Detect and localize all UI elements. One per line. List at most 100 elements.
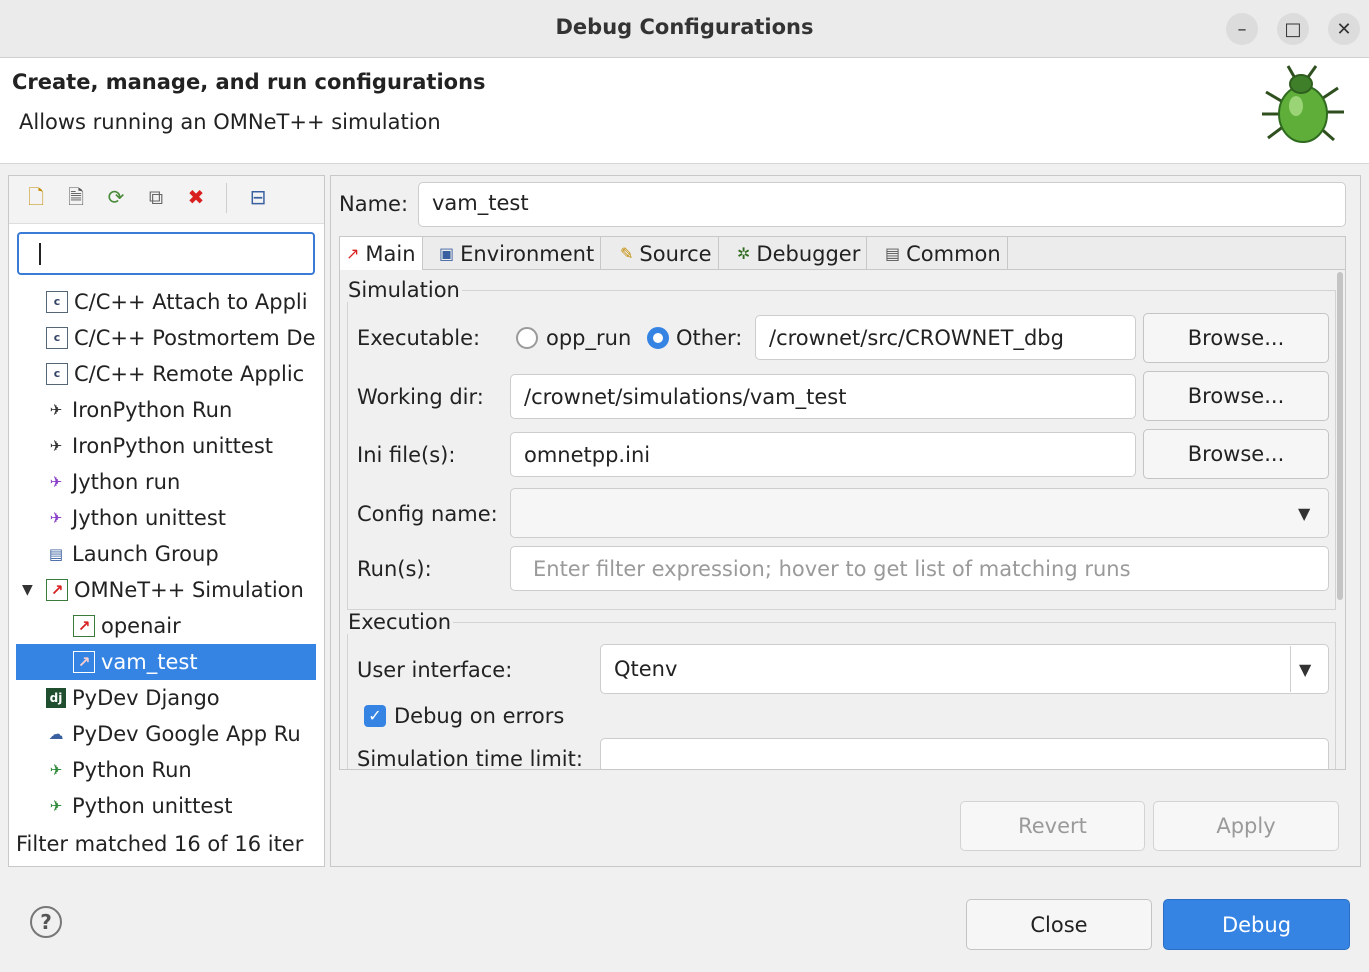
django-icon: dj	[46, 688, 66, 708]
working-dir-field[interactable]: /crownet/simulations/vam_test	[510, 374, 1136, 419]
browse-ini-button[interactable]: Browse...	[1143, 429, 1329, 479]
tree-item-label: Jython unittest	[72, 506, 227, 530]
user-interface-combo[interactable]: Qtenv	[600, 644, 1329, 694]
omnet-icon: ↗	[46, 579, 68, 601]
tree-item-label: PyDev Google App Ru	[72, 722, 301, 746]
new-prototype-icon[interactable]: 🗎	[64, 185, 88, 209]
tree-item[interactable]: ▤ Launch Group	[46, 536, 318, 572]
ini-files-field[interactable]: omnetpp.ini	[510, 432, 1136, 477]
export-icon[interactable]: ⟳	[104, 185, 128, 209]
close-window-button[interactable]: ✕	[1328, 13, 1360, 45]
tree-item[interactable]: ↗ OMNeT++ Simulation	[46, 572, 318, 608]
tree-item[interactable]: ☁ PyDev Google App Ru	[46, 716, 318, 752]
tree-item[interactable]: ✈ Python unittest	[46, 788, 318, 824]
debug-button[interactable]: Debug	[1163, 899, 1350, 950]
execution-group-label: Execution	[346, 610, 454, 634]
environment-tab-icon: ▣	[439, 244, 455, 263]
apply-button[interactable]: Apply	[1153, 801, 1339, 851]
toolbar-divider	[226, 183, 227, 213]
chevron-down-icon: ▼	[1298, 504, 1311, 523]
tree-item[interactable]: ✈ Jython run	[46, 464, 318, 500]
python-icon: ✈	[49, 509, 63, 527]
user-interface-label: User interface:	[357, 658, 513, 682]
header-title: Create, manage, and run configurations	[12, 70, 486, 94]
minimize-button[interactable]: –	[1226, 13, 1258, 45]
tree-item[interactable]: c C/C++ Attach to Appli	[46, 284, 318, 320]
omnet-icon: ↗	[73, 651, 95, 673]
executable-field[interactable]: /crownet/src/CROWNET_dbg	[755, 315, 1136, 360]
tab-environment[interactable]: ▣ Environment	[433, 237, 602, 270]
main-tab-icon: ↗	[346, 244, 360, 263]
omnet-icon: ↗	[73, 615, 95, 637]
tree-item-label: PyDev Django	[72, 686, 220, 710]
browse-working-dir-button[interactable]: Browse...	[1143, 371, 1329, 421]
maximize-button[interactable]: □	[1277, 13, 1309, 45]
config-name-select[interactable]	[510, 488, 1329, 538]
combo-divider	[1290, 646, 1291, 692]
c-app-icon: c	[46, 363, 68, 385]
tree-item[interactable]: ↗ openair	[73, 608, 318, 644]
name-label: Name:	[339, 192, 409, 216]
other-label: Other:	[676, 326, 743, 350]
python-icon: ✈	[49, 437, 63, 455]
tab-main[interactable]: ↗ Main	[340, 237, 423, 270]
other-radio[interactable]	[647, 327, 669, 349]
tree-item-label: C/C++ Attach to Appli	[74, 290, 308, 314]
debugger-tab-icon: ✲	[737, 244, 751, 263]
collapse-all-icon[interactable]: ⊟	[246, 185, 270, 209]
close-button[interactable]: Close	[966, 899, 1152, 950]
c-app-icon: c	[46, 327, 68, 349]
browse-executable-button[interactable]: Browse...	[1143, 313, 1329, 363]
tree-item-label: Launch Group	[72, 542, 219, 566]
delete-icon[interactable]: ✖	[184, 185, 208, 209]
tab-source[interactable]: ✎ Source	[614, 237, 719, 270]
python-icon: ✈	[49, 401, 63, 419]
tree-item[interactable]: dj PyDev Django	[46, 680, 318, 716]
tree-item-label: OMNeT++ Simulation	[74, 578, 304, 602]
pydev-icon: ☁	[48, 725, 64, 743]
executable-label: Executable:	[357, 326, 481, 350]
window-title: Debug Configurations	[555, 15, 814, 39]
tree-item-label: Jython run	[72, 470, 181, 494]
c-app-icon: c	[46, 291, 68, 313]
tab-label: Debugger	[756, 241, 861, 266]
tree-item[interactable]: c C/C++ Remote Applic	[46, 356, 318, 392]
tree-item[interactable]: ✈ Python Run	[46, 752, 318, 788]
chevron-down-icon[interactable]: ▼	[22, 582, 33, 598]
tree-item-label: IronPython Run	[72, 398, 233, 422]
scrollbar[interactable]	[1337, 272, 1343, 600]
launch-group-icon: ▤	[48, 545, 64, 563]
python-icon: ✈	[49, 761, 63, 779]
tree-item[interactable]: ✈ Jython unittest	[46, 500, 318, 536]
simulation-group-label: Simulation	[346, 278, 462, 302]
opp-run-radio[interactable]	[516, 327, 538, 349]
new-configuration-icon[interactable]: 🗋	[24, 185, 48, 209]
tree-item[interactable]: c C/C++ Postmortem De	[46, 320, 318, 356]
python-icon: ✈	[49, 473, 63, 491]
tree-item[interactable]: ✈ IronPython Run	[46, 392, 318, 428]
debug-on-errors-checkbox[interactable]: ✓	[364, 705, 386, 727]
tree-item-label: IronPython unittest	[72, 434, 274, 458]
ini-files-label: Ini file(s):	[357, 443, 456, 467]
tab-label: Source	[639, 241, 712, 266]
runs-field[interactable]: Enter filter expression; hover to get li…	[510, 546, 1329, 591]
time-limit-field[interactable]	[600, 738, 1329, 769]
tree-item[interactable]: ✈ IronPython unittest	[46, 428, 318, 464]
tab-common[interactable]: ▤ Common	[879, 237, 1008, 270]
tree-item-label: Python Run	[72, 758, 192, 782]
debug-on-errors-label: Debug on errors	[394, 704, 565, 728]
text-caret	[39, 243, 41, 265]
tab-label: Main	[365, 241, 416, 266]
filter-status-text: Filter matched 16 of 16 iter	[16, 832, 304, 856]
tree-item-selected[interactable]: ↗ vam_test	[73, 644, 316, 680]
chevron-down-icon[interactable]: ▼	[1299, 660, 1311, 679]
runs-label: Run(s):	[357, 557, 432, 581]
common-tab-icon: ▤	[885, 244, 901, 263]
filter-input[interactable]	[17, 232, 315, 275]
name-field[interactable]: vam_test	[418, 182, 1346, 227]
tab-debugger[interactable]: ✲ Debugger	[731, 237, 868, 270]
help-icon[interactable]: ?	[30, 906, 62, 938]
duplicate-icon[interactable]: ⧉	[144, 185, 168, 209]
python-icon: ✈	[49, 797, 63, 815]
revert-button[interactable]: Revert	[960, 801, 1145, 851]
